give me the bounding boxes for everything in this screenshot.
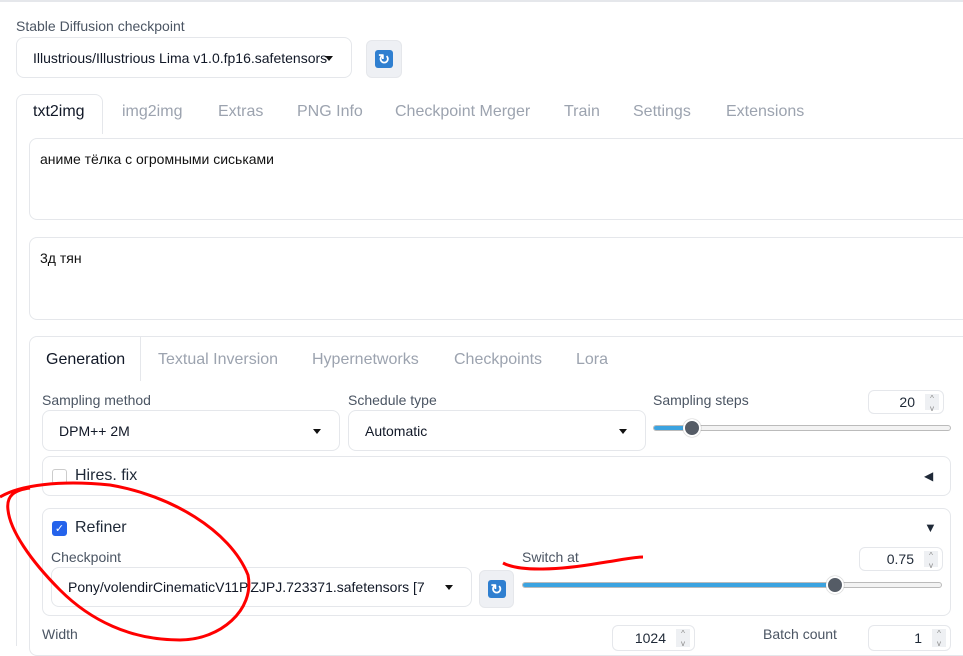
- annotation-underline: [502, 555, 644, 571]
- annotation-circle: [0, 481, 251, 642]
- red-annotation-overlay: [0, 481, 644, 642]
